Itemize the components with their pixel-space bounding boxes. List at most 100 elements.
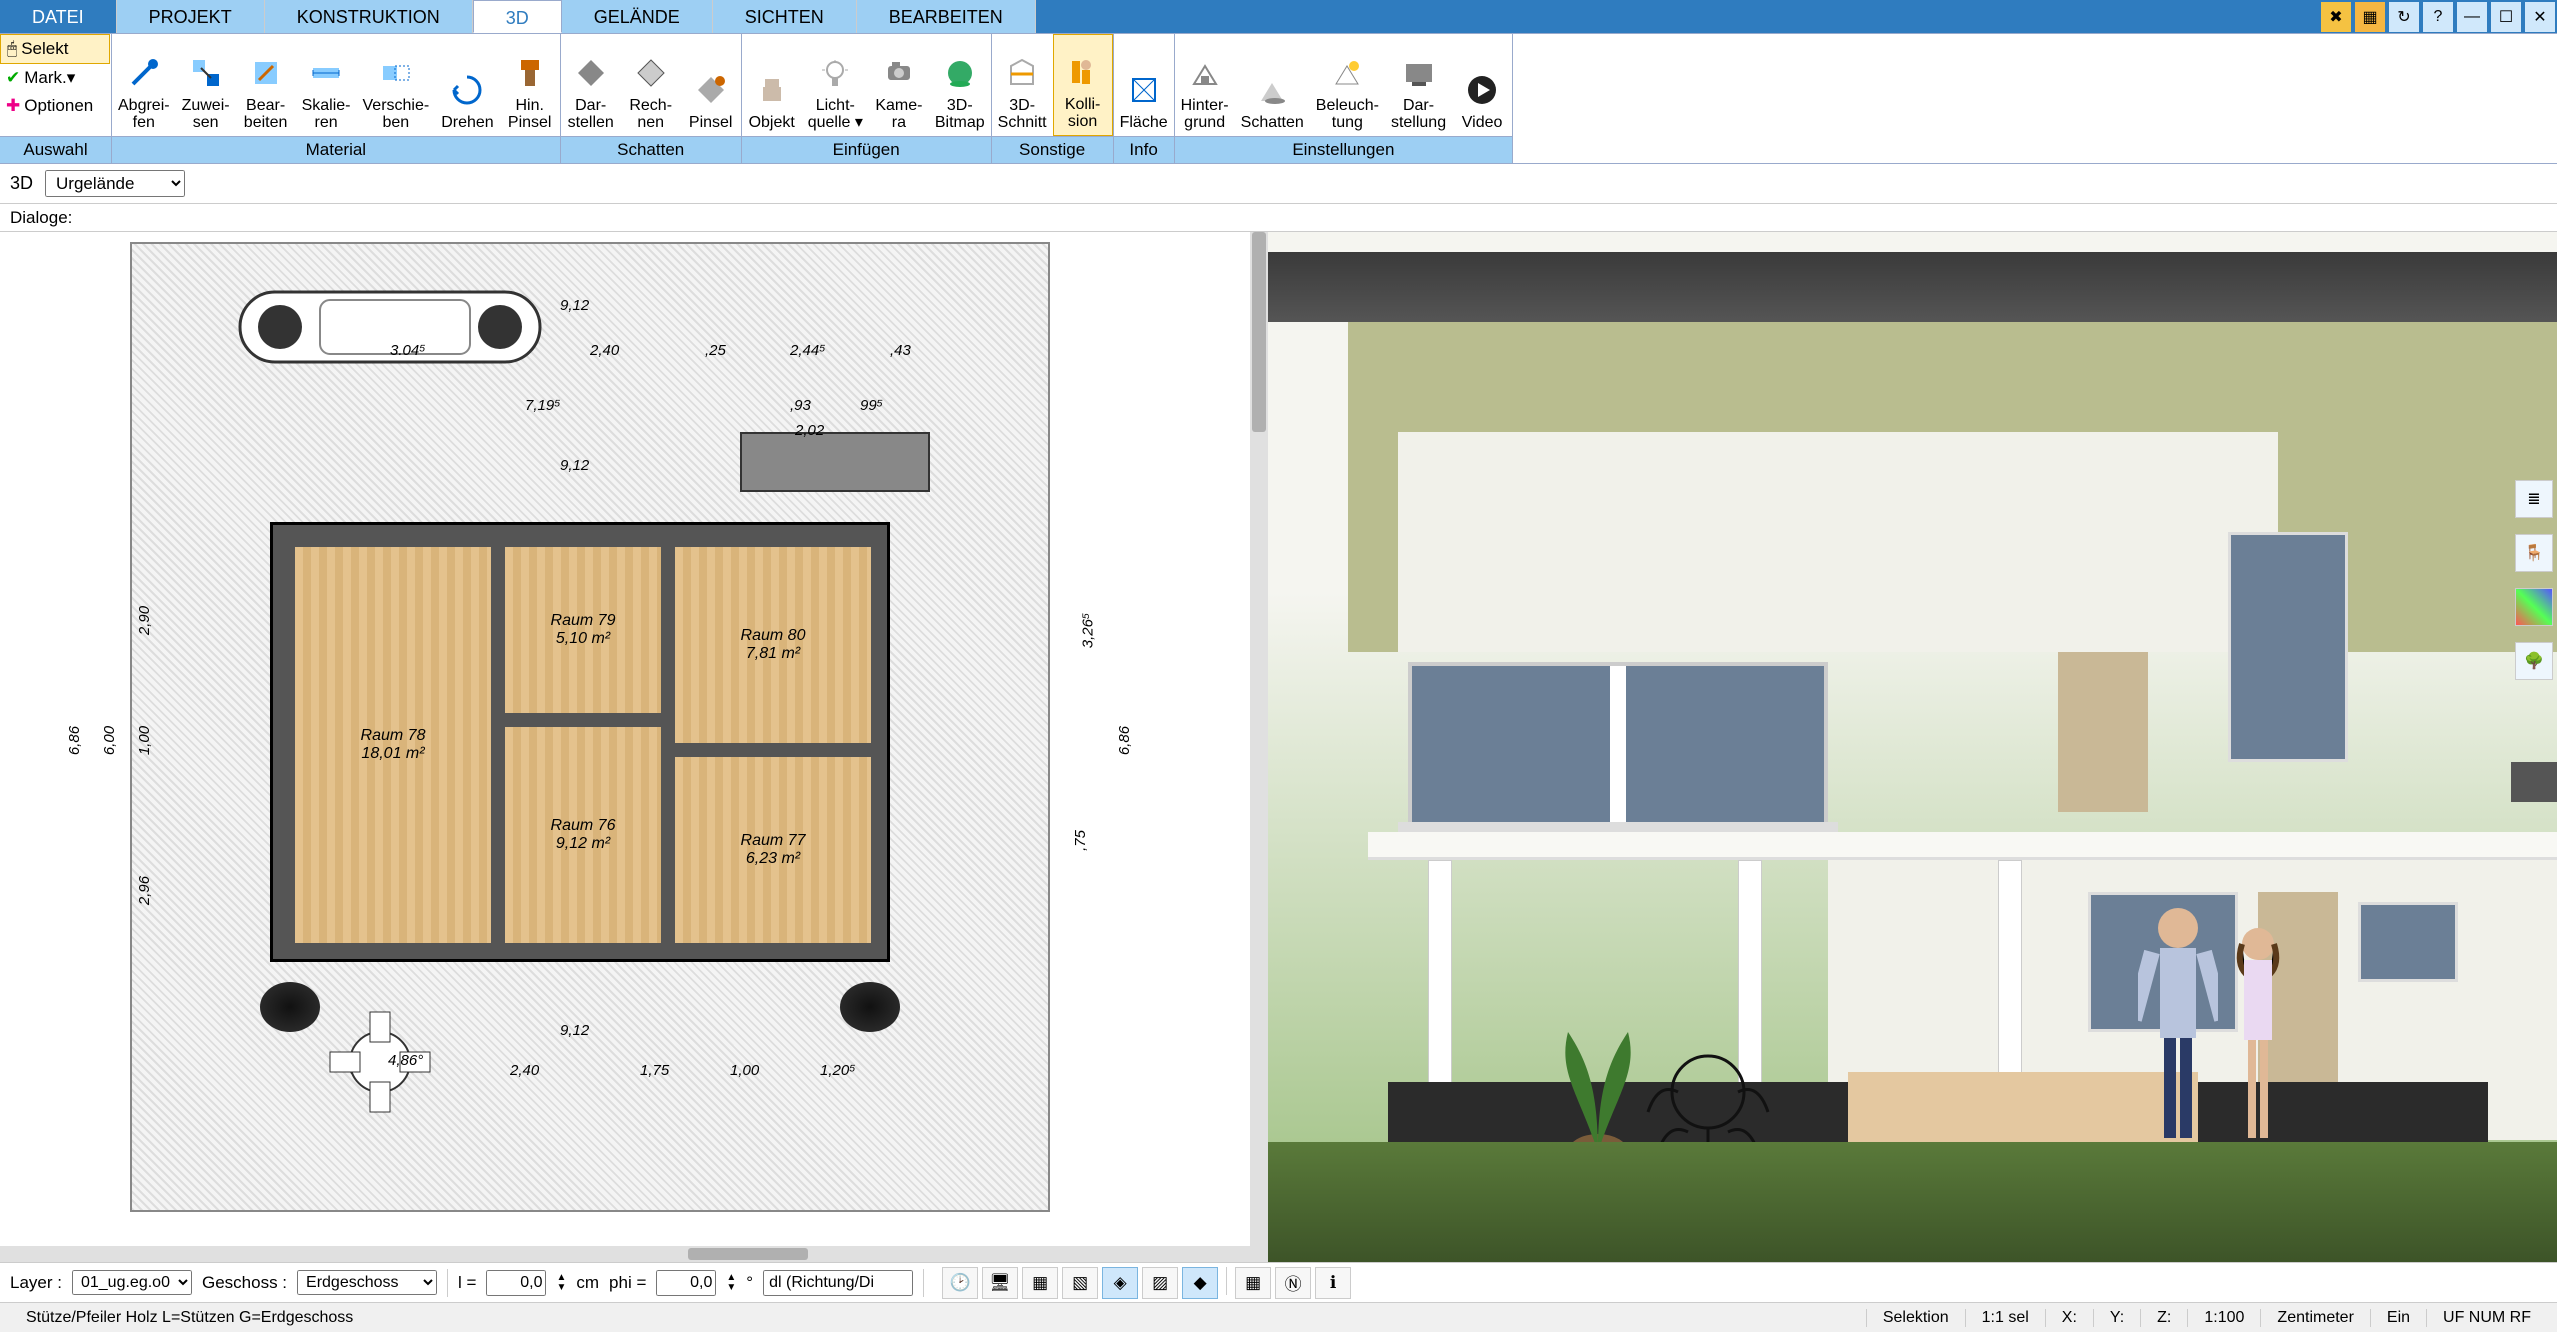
ribbon-icon (571, 53, 611, 93)
layers-stack-icon[interactable]: ≣ (2515, 480, 2553, 518)
floor-label: Geschoss : (202, 1273, 287, 1293)
group-schatten: Schatten (561, 136, 741, 163)
ribbon-btn-label: Hin. Pinsel (508, 97, 552, 132)
ribbon-btn-label: Pinsel (689, 114, 733, 132)
chair-icon[interactable]: 🪑 (2515, 534, 2553, 572)
tab-sichten[interactable]: SICHTEN (713, 0, 857, 33)
north-icon[interactable]: Ⓝ (1275, 1267, 1311, 1299)
terrain-dropdown[interactable]: Urgelände (45, 170, 185, 197)
ribbon-icon (691, 70, 731, 110)
ribbon-btn-label: Rech- nen (629, 97, 672, 132)
select-tool[interactable]: 🖱Selekt (0, 34, 110, 64)
ribbon-g-sonstige-1[interactable]: Kolli- sion (1053, 34, 1113, 136)
ribbon-btn-label: 3D- Schnitt (998, 97, 1047, 132)
tab-bearbeiten[interactable]: BEARBEITEN (857, 0, 1036, 33)
ribbon-g-einfuegen-2[interactable]: Kame- ra (869, 34, 929, 136)
ribbon-g-einst-1[interactable]: Schatten (1235, 34, 1310, 136)
tab-3d[interactable]: 3D (473, 0, 562, 33)
ribbon-g-info-0[interactable]: Fläche (1114, 34, 1174, 136)
info-icon[interactable]: ℹ (1315, 1267, 1351, 1299)
ribbon-g-einfuegen-0[interactable]: Objekt (742, 34, 802, 136)
ribbon-btn-label: Kame- ra (875, 97, 922, 132)
ribbon-g-einst-4[interactable]: Video (1452, 34, 1512, 136)
tab-konstruktion[interactable]: KONSTRUKTION (265, 0, 473, 33)
layer-select[interactable]: 01_ug.eg.o01 (72, 1270, 192, 1295)
tab-gelaende[interactable]: GELÄNDE (562, 0, 713, 33)
ribbon-g-schatten-0[interactable]: Dar- stellen (561, 34, 621, 136)
tools-icon[interactable]: ✖ (2321, 2, 2351, 32)
dim: 3,26⁵ (1079, 613, 1096, 649)
shaded-icon[interactable]: ◆ (1182, 1267, 1218, 1299)
ribbon-icon (1063, 52, 1103, 92)
ribbon-g-material-3[interactable]: Skalie- ren (296, 34, 357, 136)
dim: 9,12 (560, 1022, 589, 1039)
ribbon-g-einst-0[interactable]: Hinter- grund (1175, 34, 1235, 136)
bush-icon (840, 982, 900, 1032)
history-icon[interactable]: ↻ (2389, 2, 2419, 32)
3d-view[interactable] (1268, 232, 2557, 1262)
ribbon-icon (246, 53, 286, 93)
cube-wireframe-icon[interactable]: ▦ (1022, 1267, 1058, 1299)
maximize-icon[interactable]: ☐ (2491, 2, 2521, 32)
ribbon-g-einst-3[interactable]: Dar- stellung (1385, 34, 1452, 136)
dim: 3.04⁵ (390, 342, 426, 359)
ribbon-btn-label: Objekt (749, 114, 795, 132)
status-y: Y: (2093, 1309, 2140, 1327)
ribbon-g-schatten-1[interactable]: Rech- nen (621, 34, 681, 136)
help-icon[interactable]: ? (2423, 2, 2453, 32)
hatch-icon[interactable]: ▨ (1142, 1267, 1178, 1299)
ribbon-icon (631, 53, 671, 93)
cube-solid-icon[interactable]: ▧ (1062, 1267, 1098, 1299)
ribbon-g-einst-2[interactable]: Beleuch- tung (1310, 34, 1385, 136)
ribbon-btn-label: Schatten (1241, 114, 1304, 132)
tree-icon[interactable]: 🌳 (2515, 642, 2553, 680)
vscroll-2d[interactable] (1250, 232, 1268, 1262)
ribbon-g-sonstige-0[interactable]: 3D- Schnitt (992, 34, 1053, 136)
ribbon-g-schatten-2[interactable]: Pinsel (681, 34, 741, 136)
dim: 1,20⁵ (820, 1062, 856, 1079)
options-tool[interactable]: ✚Optionen (0, 92, 110, 120)
ribbon-g-material-5[interactable]: Drehen (435, 34, 499, 136)
dim: 2,96 (136, 876, 153, 905)
dim: 7,19⁵ (525, 397, 561, 414)
dim: 2,90 (136, 606, 153, 635)
dim: 2,02 (795, 422, 824, 439)
mark-tool[interactable]: ✔Mark. ▾ (0, 64, 110, 92)
ceiling-slab (1368, 832, 2557, 860)
ribbon-g-material-2[interactable]: Bear- beiten (236, 34, 296, 136)
minimize-icon[interactable]: — (2457, 2, 2487, 32)
ribbon-g-material-6[interactable]: Hin. Pinsel (500, 34, 560, 136)
ribbon-g-einfuegen-1[interactable]: Licht- quelle ▾ (802, 34, 869, 136)
ribbon-g-material-1[interactable]: Zuwei- sen (176, 34, 236, 136)
ribbon-g-material-0[interactable]: Abgrei- fen (112, 34, 176, 136)
plan-view[interactable]: 9,12 3.04⁵ 2,40 ,25 2,44⁵ ,43 7,19⁵ ,93 … (0, 232, 1250, 1262)
dim: 9,12 (560, 297, 589, 314)
hscroll[interactable] (0, 1246, 1250, 1262)
ribbon-btn-label: Licht- quelle ▾ (808, 97, 863, 132)
direction-input[interactable] (763, 1270, 913, 1296)
floor-select[interactable]: Erdgeschoss (297, 1270, 437, 1295)
close-icon[interactable]: ✕ (2525, 2, 2555, 32)
outbuilding (740, 432, 930, 492)
balcony-wall (1398, 432, 2278, 652)
ribbon-g-material-4[interactable]: Verschie- ben (357, 34, 436, 136)
grid-icon[interactable]: ▦ (1235, 1267, 1271, 1299)
ribbon-g-einfuegen-3[interactable]: 3D- Bitmap (929, 34, 991, 136)
tab-projekt[interactable]: PROJEKT (117, 0, 265, 33)
ribbon-btn-label: Dar- stellung (1391, 97, 1446, 132)
building-outline: Raum 78 18,01 m² Raum 79 5,10 m² Raum 76… (270, 522, 890, 962)
ribbon-btn-label: Kolli- sion (1065, 96, 1101, 131)
monitor-icon[interactable]: 🖥 (982, 1267, 1018, 1299)
dim: 9,12 (560, 457, 589, 474)
angle-input[interactable] (656, 1270, 716, 1296)
expand-right-icon[interactable] (2511, 762, 2557, 802)
surface-icon[interactable]: ◈ (1102, 1267, 1138, 1299)
tab-datei[interactable]: DATEI (0, 0, 117, 33)
clock-icon[interactable]: 🕑 (942, 1267, 978, 1299)
ribbon-icon (1327, 53, 1367, 93)
length-label: l = (458, 1273, 476, 1293)
color-swatch-icon[interactable] (2515, 588, 2553, 626)
status-z: Z: (2140, 1309, 2187, 1327)
length-input[interactable] (486, 1270, 546, 1296)
layers-icon[interactable]: ▦ (2355, 2, 2385, 32)
